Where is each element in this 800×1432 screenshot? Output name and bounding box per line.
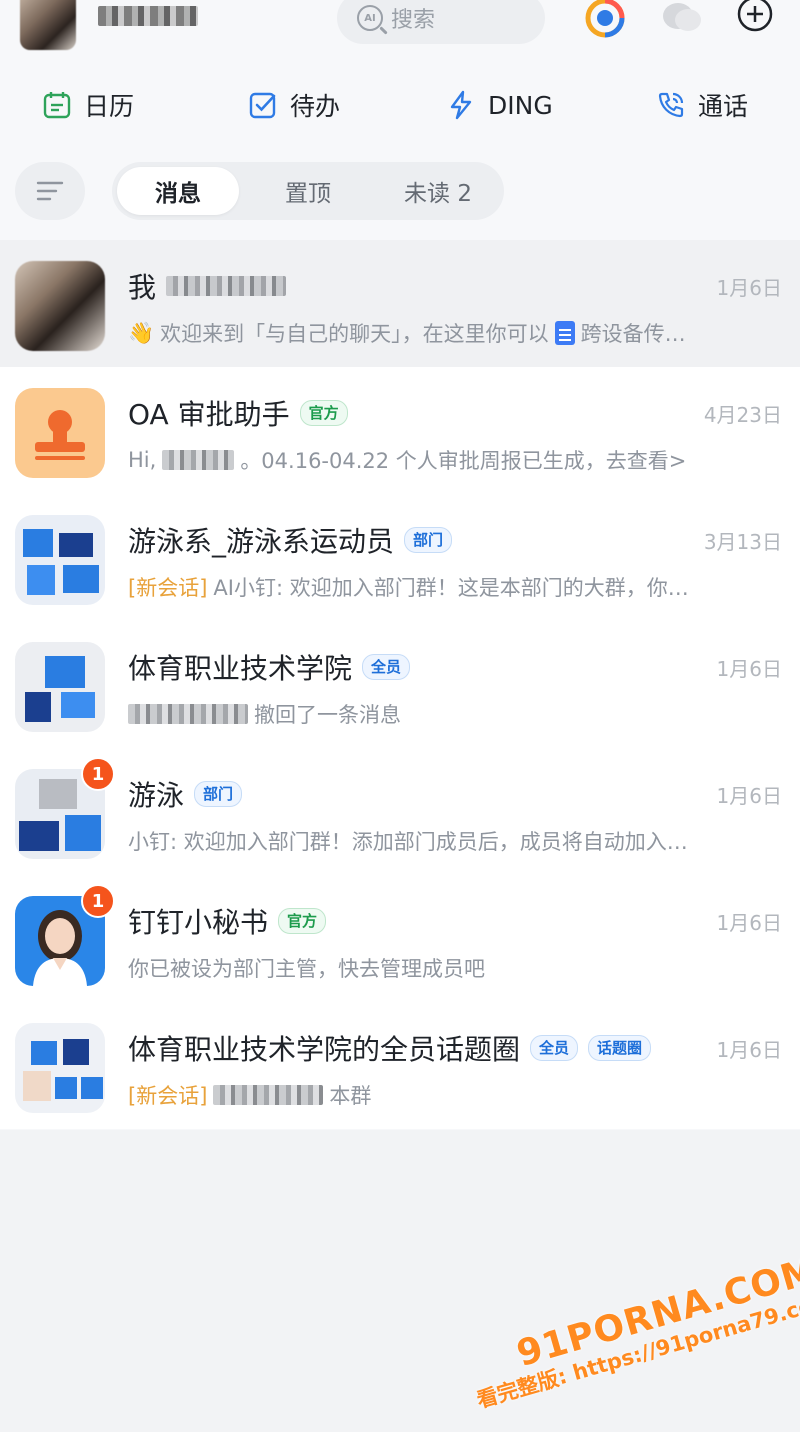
quick-action-label: 待办 [290, 92, 341, 121]
filter-lines-icon [36, 181, 64, 201]
quick-action-label: 通话 [698, 92, 749, 121]
conversation-row-swim-dept-athletes[interactable]: 游泳系_游泳系运动员 部门 3月13日 [新会话] AI小钉: 欢迎加入部门群！… [0, 494, 800, 621]
conversation-date: 1月6日 [716, 657, 782, 681]
conversation-row-swimming[interactable]: 1 游泳 部门 1月6日 小钉: 欢迎加入部门群！添加部门成员后，成员将自动加入… [0, 748, 800, 875]
conversation-row-sports-college[interactable]: 体育职业技术学院 全员 1月6日 撤回了一条消息 [0, 621, 800, 748]
conversation-title: 钉钉小秘书 [128, 906, 269, 939]
department-tag: 部门 [194, 781, 243, 807]
add-icon[interactable] [733, 0, 777, 40]
conversation-preview: [新会话] AI小钉: 欢迎加入部门群！这是本部门的大群，你… [128, 572, 778, 602]
tab-pinned[interactable]: 置顶 [247, 167, 369, 215]
ai-search-icon: AI [357, 5, 383, 31]
self-avatar[interactable] [20, 0, 76, 50]
quick-action-label: DING [488, 90, 553, 120]
ai-assistant-icon[interactable] [583, 0, 627, 40]
conversation-title: 游泳系_游泳系运动员 [128, 525, 395, 558]
wave-emoji: 👋 [128, 320, 155, 345]
quick-actions-bar: 日历 待办 DING 通话 [0, 80, 800, 130]
conversation-date: 4月23日 [703, 403, 782, 427]
group-avatar [15, 642, 105, 732]
checkbox-icon [249, 92, 276, 119]
conversation-preview: 撤回了一条消息 [128, 699, 778, 729]
conversation-title: 我 [128, 271, 157, 304]
department-tag: 部门 [404, 527, 453, 553]
conversation-preview: 你已被设为部门主管，快去管理成员吧 [128, 957, 485, 981]
name-redacted [162, 450, 235, 470]
tab-unread[interactable]: 未读 2 [377, 167, 499, 215]
unread-badge: 1 [81, 884, 115, 918]
message-tabs: 消息 置顶 未读 2 [112, 162, 504, 220]
conversation-title: 体育职业技术学院的全员话题圈 [128, 1033, 521, 1066]
quick-action-label: 日历 [84, 92, 135, 121]
sender-redacted [128, 704, 248, 724]
conversation-title: 游泳 [128, 779, 185, 812]
topic-circle-tag: 话题圈 [588, 1035, 652, 1061]
group-avatar [15, 515, 105, 605]
search-box[interactable]: AI 搜索 [337, 0, 545, 44]
chat-bubbles-icon[interactable] [660, 0, 704, 40]
avatar [15, 261, 105, 351]
quick-action-call[interactable]: 通话 [656, 80, 748, 130]
conversation-date: 1月6日 [716, 911, 782, 935]
all-members-tag: 全员 [530, 1035, 579, 1061]
conversation-date: 3月13日 [703, 530, 782, 554]
document-icon [554, 321, 575, 345]
tab-messages[interactable]: 消息 [117, 167, 239, 215]
conversation-preview: 小钉: 欢迎加入部门群！添加部门成员后，成员将自动加入… [128, 830, 688, 854]
conversation-date: 1月6日 [716, 276, 782, 300]
all-members-tag: 全员 [362, 654, 411, 680]
conversation-date: 1月6日 [716, 784, 782, 808]
conversation-list: 我 1月6日 👋 欢迎来到「与自己的聊天」，在这里你可以 跨设备传… OA 审批… [0, 240, 800, 1129]
self-name-redacted [98, 6, 198, 26]
new-conversation-tag: [新会话] [128, 576, 208, 600]
conversation-date: 1月6日 [716, 1038, 782, 1062]
name-redacted [166, 276, 287, 296]
phone-call-icon [658, 92, 684, 118]
quick-action-todo[interactable]: 待办 [248, 80, 340, 130]
conversation-row-topic-circle[interactable]: 体育职业技术学院的全员话题圈 全员 话题圈 1月6日 [新会话] 本群 [0, 1002, 800, 1129]
conversation-title: OA 审批助手 [128, 398, 290, 431]
conversation-preview: [新会话] 本群 [128, 1080, 778, 1110]
approval-stamp-avatar [15, 388, 105, 478]
conversation-preview: 👋 欢迎来到「与自己的聊天」，在这里你可以 跨设备传… [128, 320, 686, 347]
calendar-icon [43, 92, 71, 119]
unread-badge: 1 [81, 757, 115, 791]
quick-action-ding[interactable]: DING [446, 80, 553, 130]
conversation-row-dingtalk-secretary[interactable]: 1 钉钉小秘书 官方 1月6日 你已被设为部门主管，快去管理成员吧 [0, 875, 800, 1002]
quick-action-calendar[interactable]: 日历 [42, 80, 134, 130]
conversation-title: 体育职业技术学院 [128, 652, 353, 685]
group-avatar [15, 1023, 105, 1113]
conversation-preview: Hi, 。04.16-04.22 个人审批周报已生成，去查看> [128, 448, 687, 473]
empty-area [0, 1130, 800, 1432]
search-placeholder: 搜索 [391, 8, 436, 33]
sender-redacted [213, 1085, 324, 1105]
stamp-icon [35, 410, 85, 460]
lightning-icon [450, 90, 472, 120]
official-tag: 官方 [278, 908, 327, 934]
new-conversation-tag: [新会话] [128, 1084, 208, 1108]
filter-button[interactable] [15, 162, 85, 220]
conversation-row-oa-approval[interactable]: OA 审批助手 官方 4月23日 Hi, 。04.16-04.22 个人审批周报… [0, 367, 800, 494]
top-header: AI 搜索 [0, 0, 800, 62]
conversation-row-self[interactable]: 我 1月6日 👋 欢迎来到「与自己的聊天」，在这里你可以 跨设备传… [0, 240, 800, 367]
official-tag: 官方 [299, 400, 348, 426]
